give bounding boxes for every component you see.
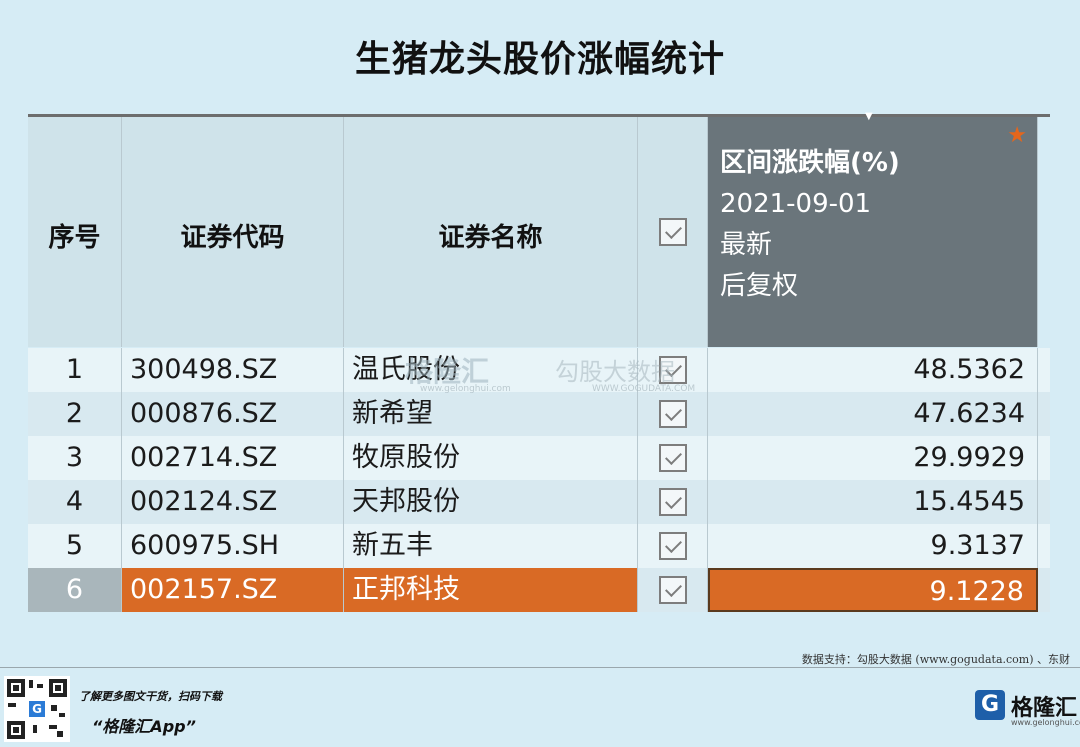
checkbox-checked-icon[interactable] — [658, 218, 687, 246]
col-header-select[interactable] — [638, 117, 708, 347]
row-seq: 3 — [28, 436, 122, 480]
gelonghui-logo-icon: G — [27, 699, 47, 719]
row-name: 牧原股份 — [344, 436, 638, 480]
row-code: 002124.SZ — [122, 480, 344, 524]
row-edge — [1038, 524, 1050, 568]
table-header: 序号 证券代码 证券名称 ▼ ★ 区间涨跌幅(%) 2021-09-01 最新 … — [28, 111, 1050, 347]
page-title: 生猪龙头股价涨幅统计 — [354, 39, 725, 80]
row-value: 9.1228 — [708, 568, 1038, 612]
row-select[interactable] — [638, 392, 708, 436]
row-name: 正邦科技 — [344, 568, 638, 612]
checkbox-checked-icon[interactable] — [658, 576, 687, 604]
table-row[interactable]: 5 600975.SH 新五丰 9.3137 — [28, 524, 1050, 568]
header-edge — [1038, 117, 1050, 347]
row-edge — [1038, 480, 1050, 524]
footer-divider — [0, 667, 1080, 668]
row-seq: 2 — [28, 392, 122, 436]
table-row[interactable]: 4 002124.SZ 天邦股份 15.4545 — [28, 480, 1050, 524]
row-edge — [1038, 436, 1050, 480]
row-select[interactable] — [638, 568, 708, 612]
row-seq: 1 — [28, 348, 122, 392]
brand-domain: www.gelonghui.com — [1011, 718, 1080, 727]
data-source-note: 数据支持：勾股大数据 (www.gogudata.com) 、东财 — [801, 653, 1070, 666]
row-edge — [1038, 348, 1050, 392]
table-row[interactable]: 2 000876.SZ 新希望 47.6234 — [28, 392, 1050, 436]
row-seq: 5 — [28, 524, 122, 568]
watermark-brand-url: www.gelonghui.com — [420, 384, 511, 394]
row-value: 47.6234 — [708, 392, 1038, 436]
metric-mode: 最新 — [720, 230, 773, 260]
qr-code-icon: G — [4, 676, 70, 742]
row-edge — [1038, 568, 1050, 612]
checkbox-checked-icon[interactable] — [658, 444, 687, 472]
row-code: 600975.SH — [122, 524, 344, 568]
row-edge — [1038, 392, 1050, 436]
watermark-data-brand: 勾股大数据 — [555, 358, 675, 386]
checkbox-checked-icon[interactable] — [658, 400, 687, 428]
watermark-data-url: WWW.GOGUDATA.COM — [592, 384, 696, 394]
col-header-metric[interactable]: ▼ ★ 区间涨跌幅(%) 2021-09-01 最新 后复权 — [708, 111, 1038, 347]
row-code: 002714.SZ — [122, 436, 344, 480]
table-row[interactable]: 3 002714.SZ 牧原股份 29.9929 — [28, 436, 1050, 480]
sort-caret-icon[interactable]: ▼ — [865, 111, 873, 122]
row-value: 29.9929 — [708, 436, 1038, 480]
col-header-seq[interactable]: 序号 — [28, 117, 122, 347]
row-name: 天邦股份 — [344, 480, 638, 524]
row-value: 15.4545 — [708, 480, 1038, 524]
row-value: 9.3137 — [708, 524, 1038, 568]
metric-title: 区间涨跌幅(%) — [720, 148, 900, 178]
row-select[interactable] — [638, 480, 708, 524]
row-code: 300498.SZ — [122, 348, 344, 392]
metric-date: 2021-09-01 — [720, 189, 872, 219]
promo-text: 了解更多图文干货，扫码下载 — [79, 690, 222, 703]
row-seq: 4 — [28, 480, 122, 524]
checkbox-checked-icon[interactable] — [658, 532, 687, 560]
data-table: 序号 证券代码 证券名称 ▼ ★ 区间涨跌幅(%) 2021-09-01 最新 … — [28, 111, 1050, 612]
row-seq: 6 — [28, 568, 122, 612]
row-code: 002157.SZ — [122, 568, 344, 612]
row-value: 48.5362 — [708, 348, 1038, 392]
gelonghui-logo-icon: G — [975, 690, 1005, 720]
metric-adjust: 后复权 — [720, 271, 799, 301]
checkbox-checked-icon[interactable] — [658, 488, 687, 516]
row-select[interactable] — [638, 436, 708, 480]
app-name: “格隆汇App” — [92, 717, 196, 736]
col-header-name[interactable]: 证券名称 — [344, 117, 638, 347]
table-row[interactable]: 1 300498.SZ 温氏股份 48.5362 — [28, 348, 1050, 392]
row-name: 新五丰 — [344, 524, 638, 568]
col-header-code[interactable]: 证券代码 — [122, 117, 344, 347]
row-code: 000876.SZ — [122, 392, 344, 436]
table-row-selected[interactable]: 6 002157.SZ 正邦科技 9.1228 — [28, 568, 1050, 612]
star-icon[interactable]: ★ — [1007, 123, 1027, 148]
row-select[interactable] — [638, 524, 708, 568]
row-name: 新希望 — [344, 392, 638, 436]
